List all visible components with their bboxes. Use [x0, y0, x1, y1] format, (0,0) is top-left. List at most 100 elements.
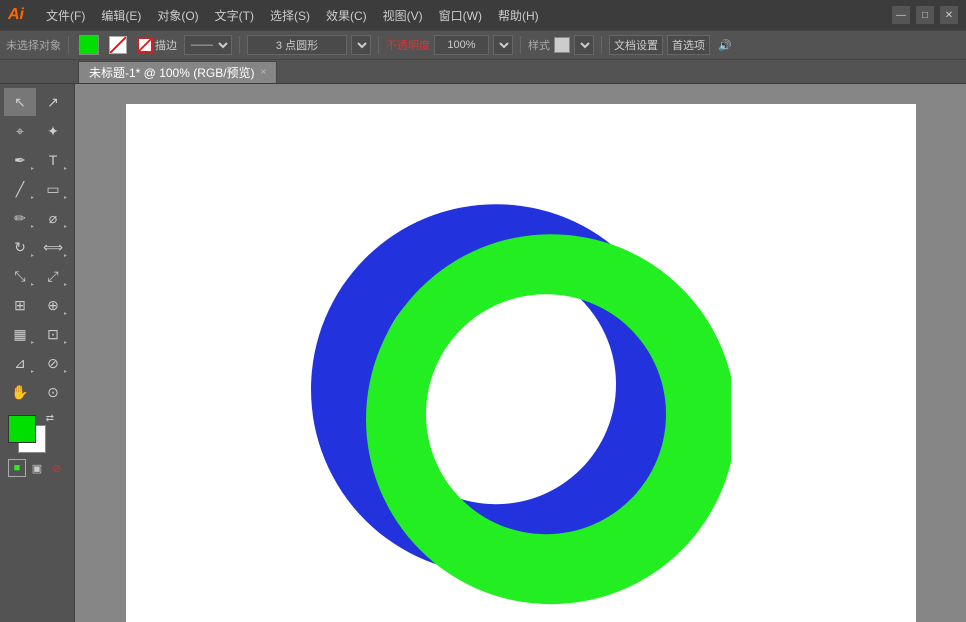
brush-tool[interactable]: ⌀ ▸ [37, 204, 69, 232]
free-transform-icon: ⊞ [14, 297, 26, 314]
select-icon: ↖ [14, 94, 26, 111]
eyedropper-icon: ⊘ [47, 355, 59, 372]
zoom-icon: ⊙ [47, 384, 59, 401]
color-mode-icon[interactable]: ■ [8, 459, 26, 477]
rotate-icon: ↻ [14, 239, 26, 256]
fill-swatch[interactable] [79, 35, 99, 55]
tool-row-8: ⊞ ⊕ ▸ [4, 291, 70, 319]
slice-tool[interactable]: ⊿ ▸ [4, 349, 36, 377]
tool-row-2: ⌖ ✦ [4, 117, 70, 145]
menu-window[interactable]: 窗口(W) [433, 5, 488, 26]
warp-icon: ⤢ [47, 268, 58, 285]
hand-tool[interactable]: ✋ [4, 378, 36, 406]
pen-icon: ✒ [14, 152, 26, 169]
tool-row-6: ↻ ▸ ⟺ ▸ [4, 233, 70, 261]
tool-row-11: ✋ ⊙ [4, 378, 70, 406]
menu-edit[interactable]: 编辑(E) [95, 5, 147, 26]
mirror-icon: ⟺ [43, 239, 63, 256]
tool-row-4: ╱ ▸ ▭ ▸ [4, 175, 70, 203]
rect-icon: ▭ [46, 181, 59, 198]
doc-settings-button[interactable]: 文档设置 [609, 35, 663, 55]
brush-icon: ⌀ [49, 210, 57, 227]
direct-select-tool[interactable]: ↗ [37, 88, 69, 116]
brush-size-input[interactable] [247, 35, 347, 55]
free-transform-tool[interactable]: ⊞ [4, 291, 36, 319]
eyedropper-tool[interactable]: ⊘ ▸ [37, 349, 69, 377]
swap-colors-icon[interactable]: ⇄ [46, 413, 54, 424]
artboard-icon: ⊡ [47, 326, 59, 343]
magic-wand-tool[interactable]: ✦ [37, 117, 69, 145]
color-swatch-stack: ⇄ [8, 415, 52, 455]
fill-swatch-area[interactable] [76, 34, 102, 56]
toolbar-separator-5 [601, 36, 602, 54]
opacity-input[interactable] [434, 35, 489, 55]
mirror-tool[interactable]: ⟺ ▸ [37, 233, 69, 261]
menu-file[interactable]: 文件(F) [40, 5, 91, 26]
stroke-dropdown[interactable]: —— [184, 35, 232, 55]
tab-title: 未标题-1* @ 100% (RGB/预览) [89, 64, 255, 81]
gradient-mode-icon[interactable]: ▣ [28, 459, 46, 477]
toolbar: 未选择对象 描边 —— 不透明度 样式 文档设置 首选项 🔊 [0, 30, 966, 60]
shape-builder-icon: ⊕ [47, 297, 59, 314]
canvas-area [75, 84, 966, 622]
select-tool[interactable]: ↖ [4, 88, 36, 116]
window-maximize[interactable]: □ [916, 6, 934, 24]
menu-view[interactable]: 视图(V) [377, 5, 429, 26]
magic-wand-icon: ✦ [47, 123, 59, 140]
artboard [126, 104, 916, 622]
pencil-icon: ✏ [14, 210, 26, 227]
lasso-icon: ⌖ [16, 123, 24, 140]
menu-object[interactable]: 对象(O) [151, 5, 204, 26]
pencil-tool[interactable]: ✏ ▸ [4, 204, 36, 232]
brush-size-dropdown[interactable] [351, 35, 371, 55]
shape-builder-tool[interactable]: ⊕ ▸ [37, 291, 69, 319]
pen-tool[interactable]: ✒ ▸ [4, 146, 36, 174]
document-tab[interactable]: 未标题-1* @ 100% (RGB/预览) × [78, 61, 277, 83]
artwork-svg [311, 179, 731, 622]
app-logo: Ai [8, 6, 24, 24]
tab-close-button[interactable]: × [261, 67, 267, 78]
warp-tool[interactable]: ⤢ ▸ [37, 262, 69, 290]
line-tool[interactable]: ╱ ▸ [4, 175, 36, 203]
no-selection-label: 未选择对象 [6, 37, 61, 53]
graph-icon: ▦ [13, 326, 26, 343]
tool-row-9: ▦ ▸ ⊡ ▸ [4, 320, 70, 348]
toolbar-separator-4 [520, 36, 521, 54]
none-mode-icon[interactable]: ⊘ [48, 459, 66, 477]
tabbar: 未标题-1* @ 100% (RGB/预览) × [0, 60, 966, 84]
style-swatch[interactable] [554, 37, 570, 53]
artboard-tool[interactable]: ⊡ ▸ [37, 320, 69, 348]
window-controls: — □ ✕ [892, 6, 958, 24]
menu-effect[interactable]: 效果(C) [320, 5, 373, 26]
menu-bar: 文件(F) 编辑(E) 对象(O) 文字(T) 选择(S) 效果(C) 视图(V… [40, 5, 545, 26]
tool-row-1: ↖ ↗ [4, 88, 70, 116]
window-close[interactable]: ✕ [940, 6, 958, 24]
style-dropdown[interactable] [574, 35, 594, 55]
speaker-icon: 🔊 [718, 39, 732, 52]
graph-tool[interactable]: ▦ ▸ [4, 320, 36, 348]
menu-select[interactable]: 选择(S) [264, 5, 316, 26]
text-tool[interactable]: T ▸ [37, 146, 69, 174]
foreground-swatch[interactable] [8, 415, 36, 443]
window-minimize[interactable]: — [892, 6, 910, 24]
text-icon: T [49, 152, 58, 168]
tool-row-7: ⤡ ▸ ⤢ ▸ [4, 262, 70, 290]
lasso-tool[interactable]: ⌖ [4, 117, 36, 145]
menu-text[interactable]: 文字(T) [209, 5, 260, 26]
stroke-label-area: 描边 [134, 36, 180, 54]
zoom-tool[interactable]: ⊙ [37, 378, 69, 406]
opacity-dropdown[interactable] [493, 35, 513, 55]
artwork [311, 179, 731, 619]
rect-tool[interactable]: ▭ ▸ [37, 175, 69, 203]
stroke-swatch[interactable] [109, 36, 127, 54]
preferences-button[interactable]: 首选项 [667, 35, 710, 55]
menu-help[interactable]: 帮助(H) [492, 5, 545, 26]
stroke-area [106, 35, 130, 55]
toolbar-separator-2 [239, 36, 240, 54]
tool-row-10: ⊿ ▸ ⊘ ▸ [4, 349, 70, 377]
direct-select-icon: ↗ [47, 94, 59, 111]
scale-icon: ⤡ [14, 268, 25, 285]
rotate-tool[interactable]: ↻ ▸ [4, 233, 36, 261]
color-area: ⇄ ■ ▣ ⊘ [4, 411, 70, 481]
scale-tool[interactable]: ⤡ ▸ [4, 262, 36, 290]
